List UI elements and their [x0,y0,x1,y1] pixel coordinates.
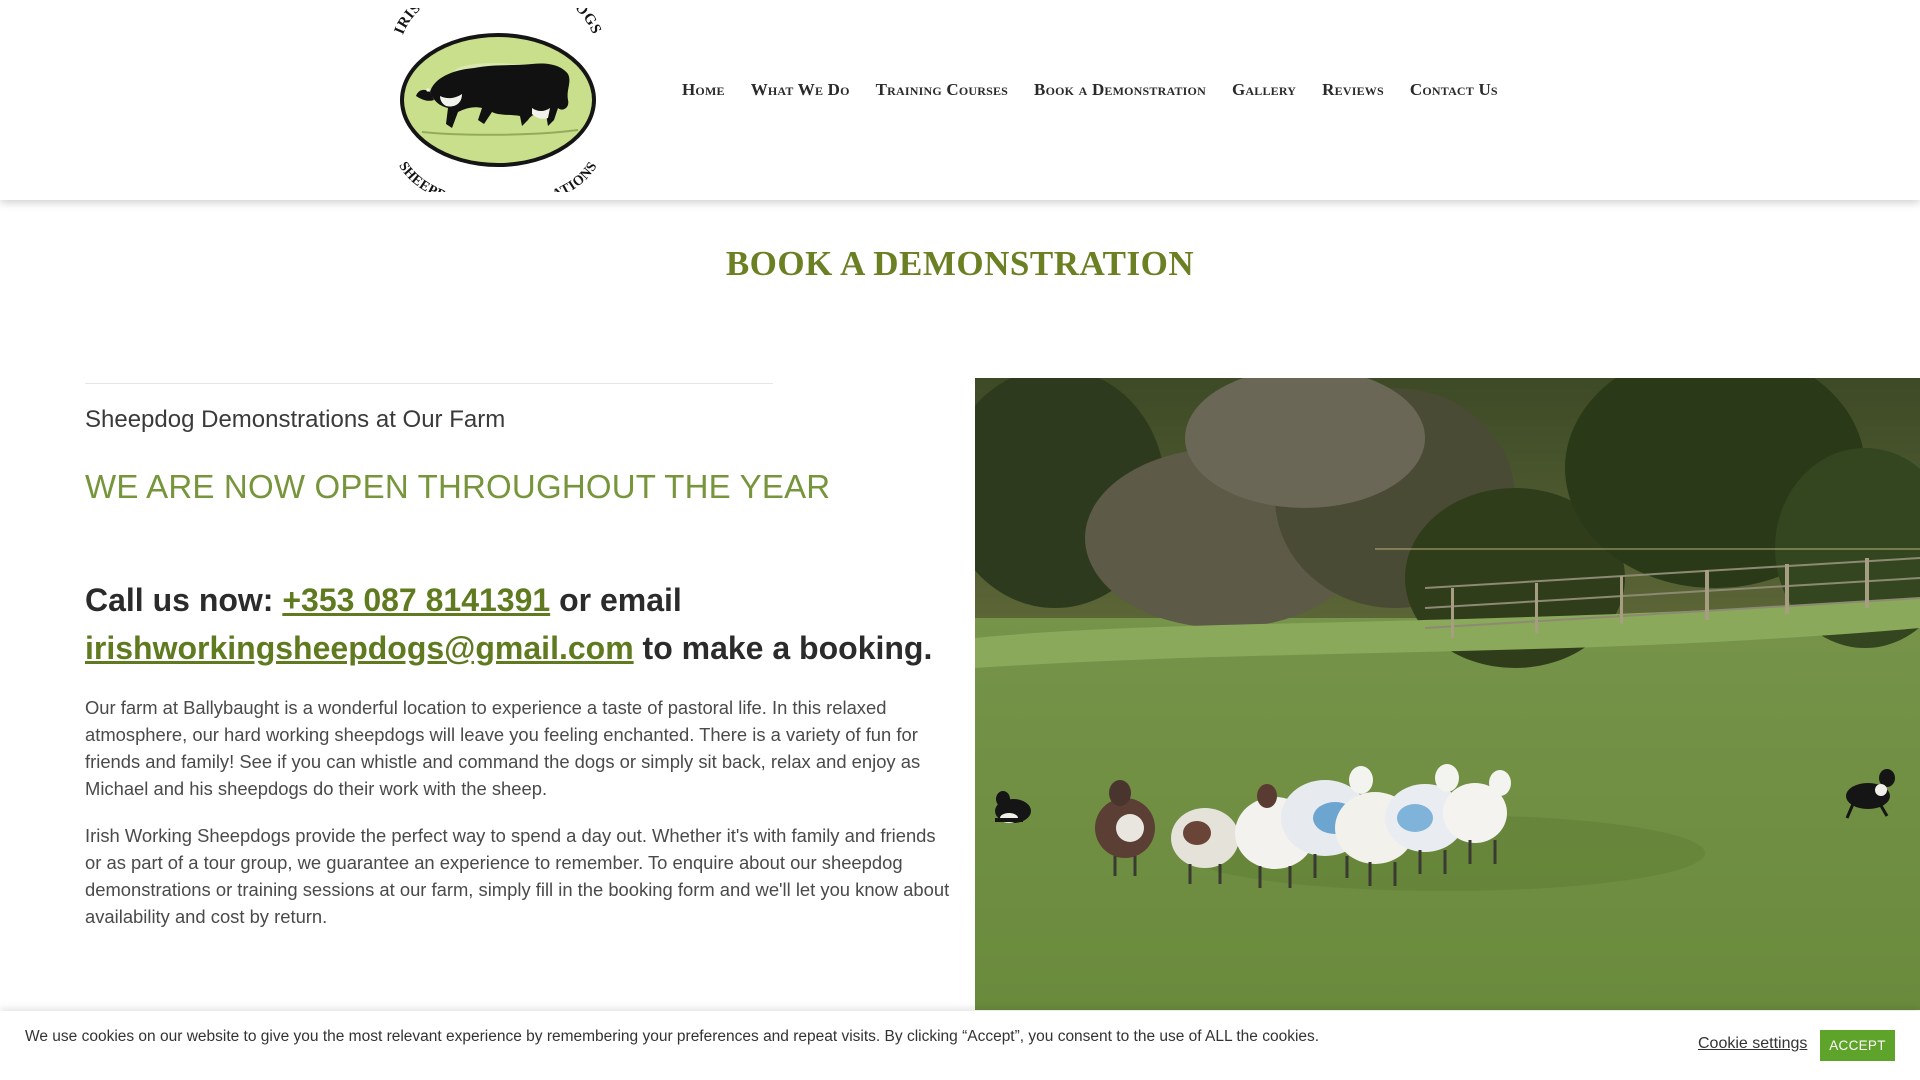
email-link[interactable]: irishworkingsheepdogs@gmail.com [85,630,634,666]
cookie-settings-link[interactable]: Cookie settings [1698,1035,1807,1053]
phone-link[interactable]: +353 087 8141391 [282,582,550,618]
cookie-message: We use cookies on our website to give yo… [25,1028,1320,1045]
page-title: BOOK A DEMONSTRATION [725,244,1195,283]
nav-contact-us[interactable]: Contact Us [1410,80,1498,100]
open-all-year-banner: WE ARE NOW OPEN THROUGHOUT THE YEAR [85,468,831,505]
svg-text:IRISH WORKING SHEEPDOGS: IRISH WORKING SHEEPDOGS [392,8,604,37]
sheepdog-logo-icon: IRISH WORKING SHEEPDOGS SHEEPDOG DEMONST… [392,8,604,192]
cookie-accept-button[interactable]: ACCEPT [1820,1030,1895,1061]
nav-home[interactable]: Home [682,80,725,100]
booking-prefix: Call us now: [85,582,283,618]
booking-middle: or email [550,582,682,618]
nav-what-we-do[interactable]: What We Do [751,80,850,100]
logo-top-text: IRISH WORKING SHEEPDOGS [392,8,604,37]
site-logo[interactable]: IRISH WORKING SHEEPDOGS SHEEPDOG DEMONST… [382,8,614,192]
intro-paragraph-farm: Our farm at Ballybaught is a wonderful l… [85,697,921,799]
booking-intro: Sheepdog Demonstrations at Our Farm WE A… [85,383,955,930]
nav-training-courses[interactable]: Training Courses [876,80,1008,100]
section-subheading: Sheepdog Demonstrations at Our Farm [85,406,506,433]
nav-gallery[interactable]: Gallery [1232,80,1296,100]
sheepdog-herding-photo [975,378,1920,1010]
nav-reviews[interactable]: Reviews [1322,80,1384,100]
site-header: IRISH WORKING SHEEPDOGS SHEEPDOG DEMONST… [0,0,1920,200]
booking-call-to-action: Call us now: +353 087 8141391 or email i… [85,576,955,672]
nav-book-a-demonstration[interactable]: Book a Demonstration [1034,80,1206,100]
intro-paragraph-enquire: Irish Working Sheepdogs provide the perf… [85,825,950,927]
main-nav: Home What We Do Training Courses Book a … [672,78,1511,102]
cookie-consent-bar: We use cookies on our website to give yo… [0,1011,1920,1080]
divider [85,383,773,384]
booking-suffix: to make a booking. [633,630,933,666]
